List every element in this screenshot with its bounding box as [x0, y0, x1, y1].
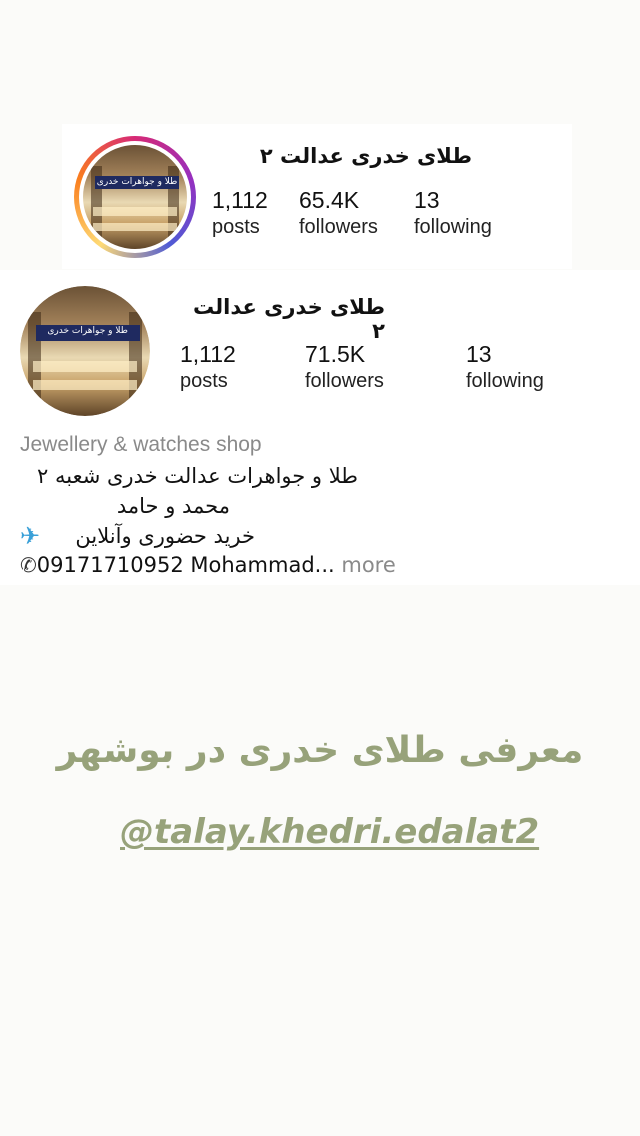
posts-stat[interactable]: 1,112 posts [180, 340, 236, 394]
phone-text: 09171710952 Mohammad... [36, 553, 335, 577]
story-ring[interactable]: طلا و جواهرات خدری [74, 136, 196, 258]
avatar[interactable]: طلا و جواهرات خدری [20, 286, 150, 416]
following-stat[interactable]: 13 following [414, 186, 492, 240]
followers-stat[interactable]: 71.5K followers [305, 340, 384, 394]
avatar: طلا و جواهرات خدری [83, 145, 187, 249]
posts-label: posts [180, 370, 228, 392]
profile-header-old: طلا و جواهرات خدری طلای خدری عدالت ۲ 1,1… [62, 124, 572, 269]
followers-label: followers [299, 216, 378, 238]
following-count: 13 [466, 341, 492, 367]
followers-label: followers [305, 370, 384, 392]
avatar-photo: طلا و جواهرات خدری [20, 286, 150, 416]
account-mention[interactable]: @talay.khedri.edalat2 [120, 812, 539, 852]
promo-title: معرفی طلای خدری در بوشهر [56, 730, 584, 771]
posts-stat[interactable]: 1,112 posts [212, 186, 268, 240]
more-link[interactable]: more [335, 553, 395, 577]
following-stat[interactable]: 13 following [466, 340, 544, 394]
followers-stat[interactable]: 65.4K followers [299, 186, 378, 240]
avatar-sign: طلا و جواهرات خدری [35, 325, 140, 341]
bio-line: خرید حضوری وآنلاین [75, 524, 255, 548]
category-label: Jewellery & watches shop [20, 433, 262, 456]
profile-header: طلا و جواهرات خدری طلای خدری عدالت ۲ 1,1… [0, 270, 640, 585]
following-label: following [466, 370, 544, 392]
following-label: following [414, 216, 492, 238]
bio-line: محمد و حامد [116, 494, 230, 518]
phone-icon: ✆ [20, 553, 37, 577]
profile-name: طلای خدری عدالت ۲ [193, 295, 385, 343]
followers-count: 65.4K [299, 187, 360, 213]
bio-line: طلا و جواهرات عدالت خدری شعبه ۲ [37, 464, 358, 488]
followers-count: 71.5K [305, 341, 366, 367]
posts-count: 1,112 [180, 341, 236, 367]
bio-phone-line: ✆09171710952 Mohammad... more [20, 553, 396, 577]
avatar-sign: طلا و جواهرات خدری [95, 176, 179, 189]
following-count: 13 [414, 187, 440, 213]
posts-count: 1,112 [212, 187, 268, 213]
profile-name: طلای خدری عدالت ۲ [259, 144, 472, 168]
posts-label: posts [212, 216, 260, 238]
